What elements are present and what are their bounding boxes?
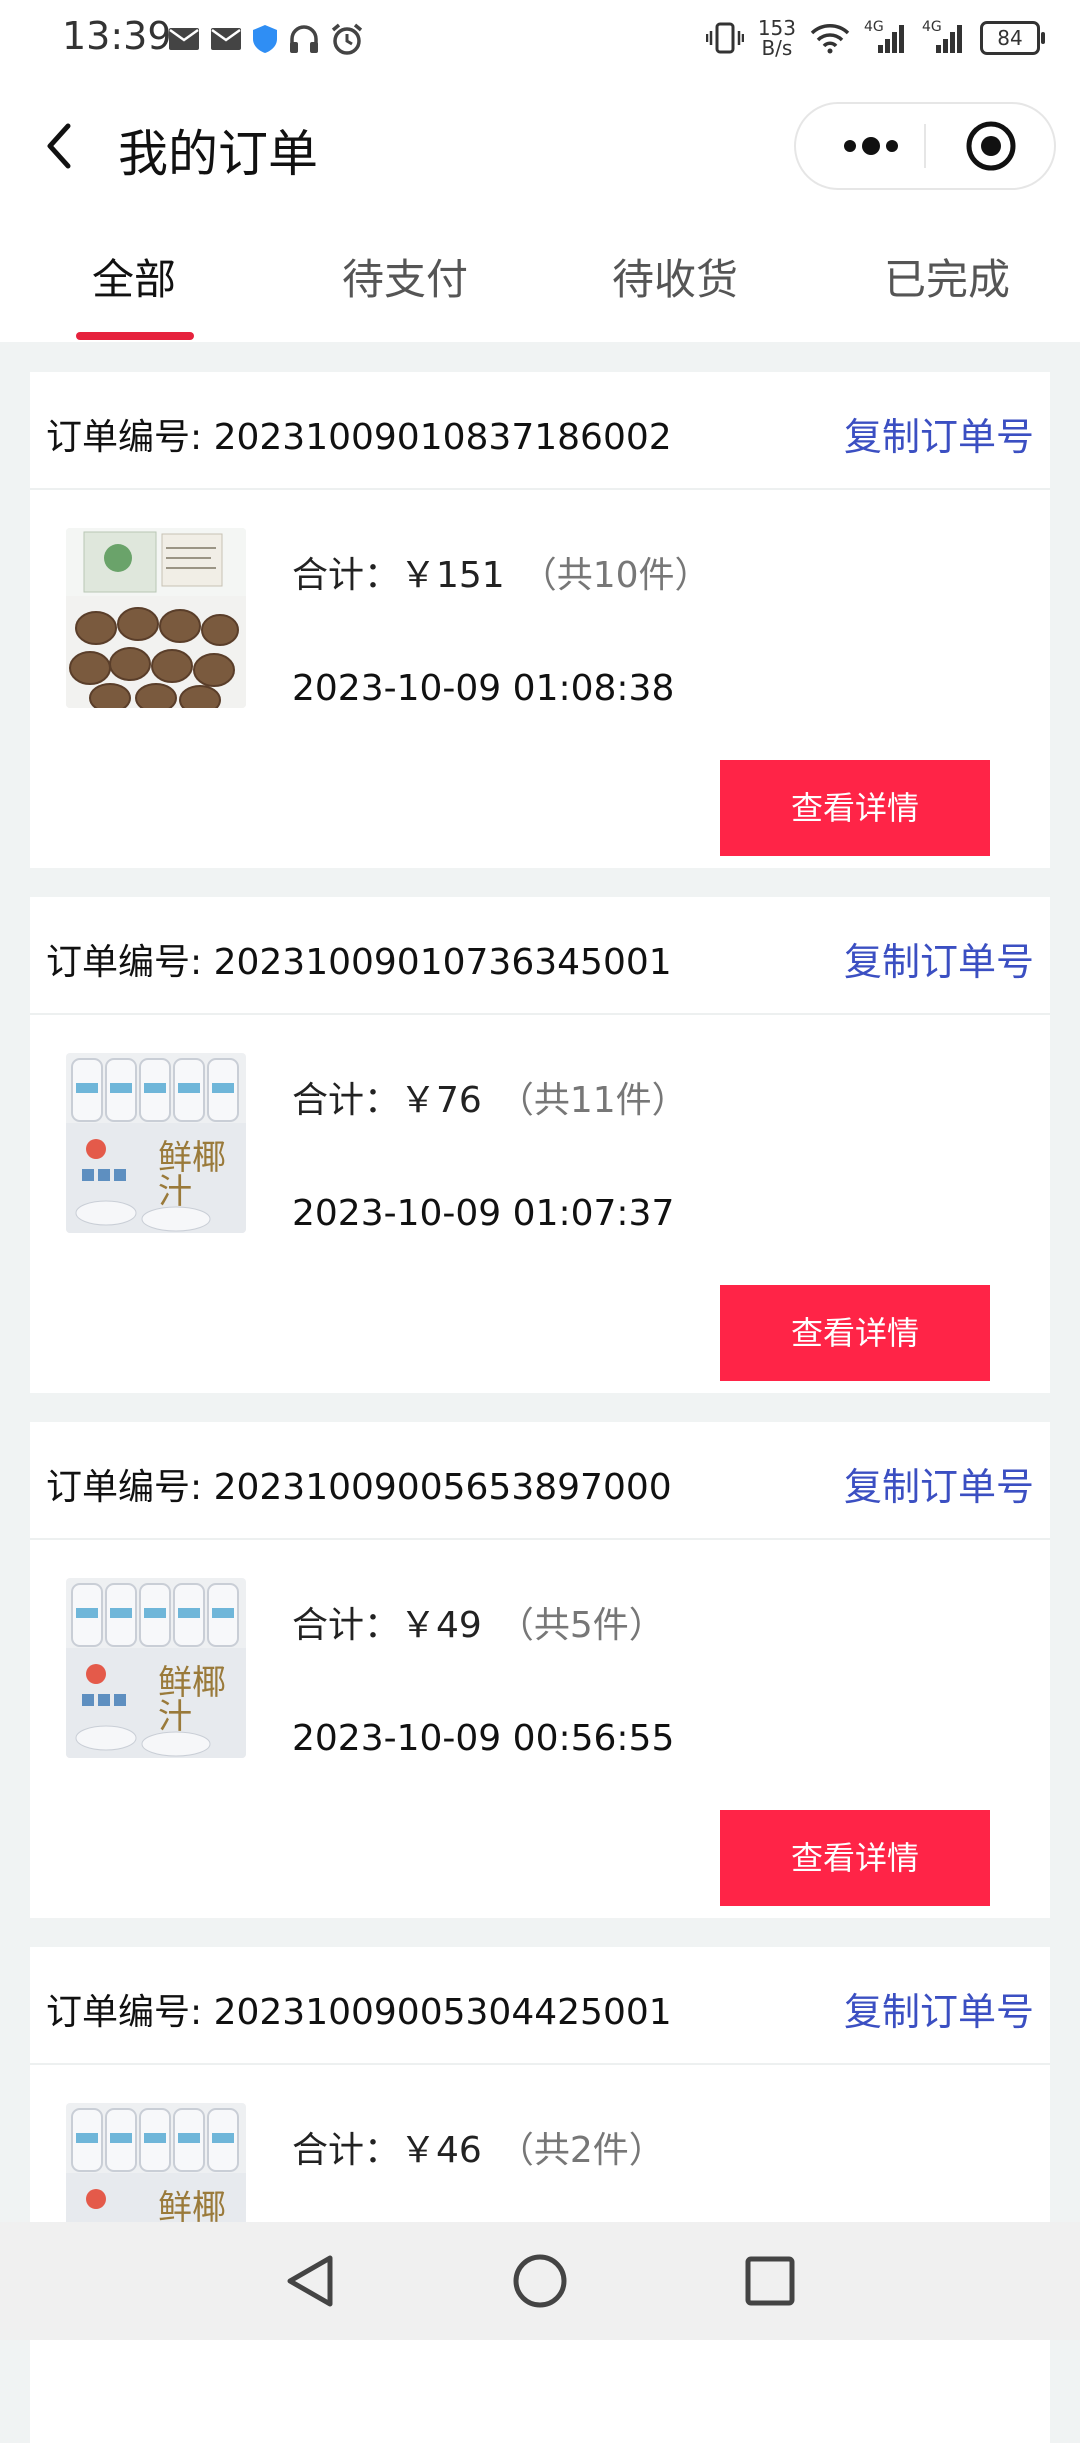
- mail-icon: [211, 28, 241, 50]
- item-count: （共2件）: [497, 2130, 665, 2171]
- nav-header: 我的订单: [0, 80, 1080, 210]
- order-time: 2023-10-09 01:08:38: [292, 668, 675, 709]
- product-thumbnail[interactable]: 鲜椰 汁: [66, 1578, 246, 1758]
- order-card: 订单编号: 20231009010736345001 复制订单号 鲜椰 汁 合计…: [30, 897, 1050, 1393]
- order-card-header: 订单编号: 20231009010736345001 复制订单号: [30, 897, 1050, 1015]
- net-speed-value: 153: [757, 16, 796, 40]
- wifi-icon: [810, 24, 850, 54]
- copy-order-number-button[interactable]: 复制订单号: [844, 406, 1034, 461]
- order-number: 订单编号: 20231009010837186002: [46, 417, 672, 458]
- order-total: 合计：￥49: [292, 1605, 482, 1646]
- order-card: 订单编号: 20231009010837186002 复制订单号 合计：￥151…: [30, 372, 1050, 868]
- order-number: 订单编号: 20231009005653897000: [46, 1467, 672, 1508]
- copy-order-number-button[interactable]: 复制订单号: [844, 1981, 1034, 2036]
- signal-icon: [878, 25, 904, 53]
- item-count: （共5件）: [497, 1605, 665, 1646]
- back-button[interactable]: [38, 116, 82, 176]
- nav-recents-button[interactable]: [730, 2246, 810, 2316]
- square-recents-icon: [745, 2256, 795, 2306]
- nav-back-button[interactable]: [270, 2246, 350, 2316]
- status-bar: 13:39 153 B/s 4G 4G 84: [0, 0, 1080, 80]
- svg-text:汁: 汁: [158, 1172, 192, 1212]
- nav-home-button[interactable]: [500, 2246, 580, 2316]
- capsule-divider: [924, 124, 926, 168]
- view-details-button[interactable]: 查看详情: [720, 1285, 990, 1381]
- tab-pending-delivery[interactable]: 待收货: [612, 246, 738, 307]
- more-dots-icon: [844, 137, 898, 155]
- order-card-header: 订单编号: 20231009005653897000 复制订单号: [30, 1422, 1050, 1540]
- mini-program-capsule: [794, 102, 1056, 190]
- order-total: 合计：￥151: [292, 555, 505, 596]
- order-total: 合计：￥76: [292, 1080, 482, 1121]
- shield-icon: [253, 25, 277, 53]
- order-time: 2023-10-09 01:07:37: [292, 1193, 675, 1234]
- headphones-icon: [290, 25, 318, 53]
- vibrate-icon: [705, 22, 744, 54]
- order-card-header: 订单编号: 20231009010837186002 复制订单号: [30, 372, 1050, 490]
- item-count: （共10件）: [520, 555, 711, 596]
- close-mini-program-button[interactable]: [956, 118, 1026, 174]
- target-icon: [966, 121, 1016, 171]
- coconut-juice-image: 鲜椰 汁: [66, 1053, 246, 1233]
- order-number: 订单编号: 20231009005304425001: [46, 1992, 672, 2033]
- copy-order-number-button[interactable]: 复制订单号: [844, 931, 1034, 986]
- order-card: 订单编号: 20231009005653897000 复制订单号 鲜椰 汁 合计…: [30, 1422, 1050, 1918]
- signal-icon: [936, 25, 962, 53]
- kiwi-box-image: [66, 528, 246, 708]
- order-number: 订单编号: 20231009010736345001: [46, 942, 672, 983]
- product-thumbnail[interactable]: 鲜椰 汁: [66, 1053, 246, 1233]
- tab-all[interactable]: 全部: [92, 246, 176, 307]
- svg-text:汁: 汁: [158, 1697, 192, 1737]
- tab-pending-payment[interactable]: 待支付: [342, 246, 468, 307]
- alarm-icon: [331, 23, 363, 55]
- item-count: （共11件）: [497, 1080, 688, 1121]
- triangle-back-icon: [287, 2255, 333, 2307]
- more-button[interactable]: [826, 118, 916, 174]
- page-title: 我的订单: [118, 125, 318, 183]
- net-speed-unit: B/s: [761, 36, 793, 60]
- copy-order-number-button[interactable]: 复制订单号: [844, 1456, 1034, 1511]
- coconut-juice-image: 鲜椰 汁: [66, 1578, 246, 1758]
- circle-home-icon: [513, 2254, 567, 2308]
- order-time: 2023-10-09 00:56:55: [292, 1718, 675, 1759]
- order-card: 订单编号: 20231009005304425001 复制订单号 鲜椰 汁 合计…: [30, 1947, 1050, 2443]
- tab-completed[interactable]: 已完成: [884, 246, 1010, 307]
- battery-icon: 84: [980, 21, 1045, 55]
- view-details-button[interactable]: 查看详情: [720, 760, 990, 856]
- order-total: 合计：￥46: [292, 2130, 482, 2171]
- view-details-button[interactable]: 查看详情: [720, 1810, 990, 1906]
- order-card-header: 订单编号: 20231009005304425001 复制订单号: [30, 1947, 1050, 2065]
- active-tab-indicator: [76, 332, 194, 340]
- mail-icon: [169, 28, 199, 50]
- product-thumbnail[interactable]: [66, 528, 246, 708]
- chevron-left-icon: [47, 123, 71, 169]
- order-tabs: 全部 待支付 待收货 已完成: [0, 210, 1080, 342]
- status-time: 13:39: [62, 14, 172, 58]
- system-navigation-bar: [0, 2222, 1080, 2340]
